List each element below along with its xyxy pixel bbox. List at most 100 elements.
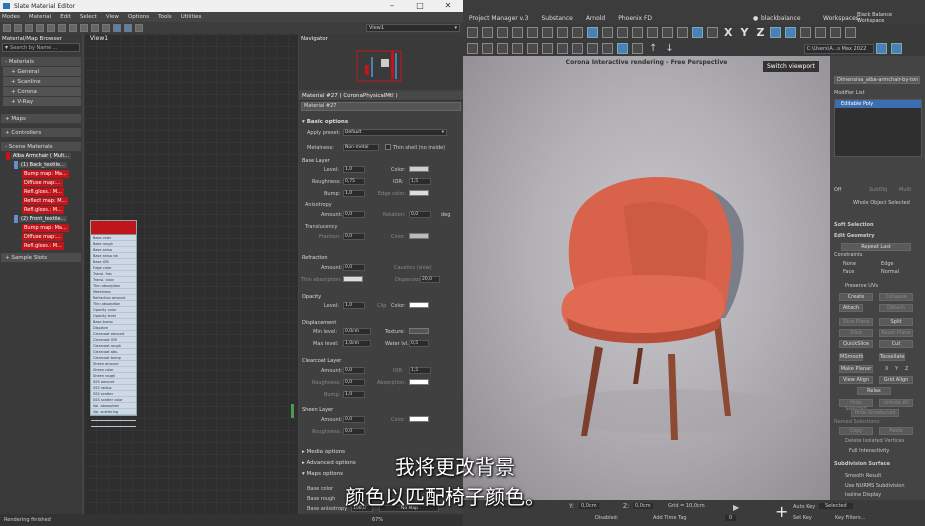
menu-phoenix[interactable]: Phoenix FD [618, 15, 652, 22]
perspective-viewport[interactable]: Corona Interactive rendering - Free Pers… [463, 56, 830, 500]
absorption-swatch[interactable] [409, 379, 429, 385]
toolbar-icon[interactable] [785, 27, 797, 38]
make-planar-button[interactable]: Make Planar [839, 365, 873, 373]
toolbar-icon[interactable] [875, 43, 887, 54]
controllers-category[interactable]: + Controllers [1, 128, 81, 137]
preserve-uvs-checkbox[interactable]: Preserve UVs [845, 283, 878, 289]
toolbar-icon[interactable] [497, 27, 508, 38]
copy-button[interactable]: Copy [839, 427, 873, 435]
hide-selected-button[interactable]: Hide Selected [839, 399, 873, 412]
menu-view[interactable]: View [106, 14, 119, 20]
toolbar-icon[interactable] [467, 43, 478, 54]
constraint-normal[interactable]: Normal [881, 269, 899, 275]
attach-button[interactable]: Attach [839, 304, 863, 312]
translucency-color-swatch[interactable] [409, 233, 429, 239]
level-spinner[interactable]: 1,0 [343, 166, 365, 173]
menu-arnold[interactable]: Arnold [586, 15, 605, 22]
toolbar-icon[interactable] [542, 27, 553, 38]
toolbar-icon[interactable] [617, 27, 628, 38]
fraction-spinner[interactable]: 0,0 [343, 233, 365, 240]
axis-z-button[interactable]: Z [756, 26, 764, 39]
materials-category[interactable]: - Materials [1, 57, 81, 66]
clearcoat-amount[interactable]: 0,0 [343, 367, 365, 374]
tree-front-textile[interactable]: (2) Front_textile... [0, 215, 82, 223]
tree-root[interactable]: Alba Armchair ( Mult... [0, 152, 82, 160]
menu-select[interactable]: Select [80, 14, 97, 20]
close-button[interactable]: ✕ [434, 0, 462, 12]
tree-map-item[interactable]: Reflect map: M... [0, 197, 82, 205]
cut-button[interactable]: Cut [879, 340, 913, 348]
hide-unselected-button[interactable]: Hide Unselected [851, 409, 899, 417]
tree-map-item[interactable]: Refl.gloss.: M... [0, 206, 82, 214]
opacity-level[interactable]: 1,0 [343, 302, 365, 309]
frame-field[interactable]: 0 [725, 515, 737, 521]
selected-dropdown[interactable]: Selected [819, 503, 853, 509]
toolbar-icon[interactable] [572, 43, 583, 54]
toolbar-icon[interactable] [482, 27, 493, 38]
modifier-stack[interactable]: Editable Poly [834, 99, 922, 157]
clearcoat-rough[interactable]: 0,0 [343, 379, 365, 386]
delete-isolated-checkbox[interactable]: Delete Isolated Vertices [845, 438, 904, 444]
toolbar-icon[interactable] [467, 27, 478, 38]
anisotropy-amount[interactable]: 0,0 [343, 211, 365, 218]
advanced-options-header[interactable]: ▸ Advanced options [302, 460, 356, 466]
coord-z-field[interactable]: 0,0cm [633, 503, 653, 509]
grid-align-button[interactable]: Grid Align [879, 376, 913, 384]
auto-key-button[interactable]: Auto Key [793, 504, 815, 510]
material-name-field[interactable]: Material #27 [301, 102, 461, 111]
reset-plane-button[interactable]: Reset Plane [879, 329, 913, 337]
assign-material-icon[interactable] [36, 24, 44, 32]
texture-slot[interactable] [409, 328, 429, 334]
toolbar-icon[interactable] [497, 43, 508, 54]
put-to-scene-icon[interactable] [25, 24, 33, 32]
sheen-color-swatch[interactable] [409, 416, 429, 422]
select-tool-icon[interactable] [3, 24, 11, 32]
sheen-rough[interactable]: 0,0 [343, 428, 365, 435]
browser-search[interactable]: ▾ Search by Name ... [2, 43, 80, 52]
move-children-icon[interactable] [58, 24, 66, 32]
quickslice-button[interactable]: QuickSlice [839, 340, 873, 348]
modifier-list-dropdown[interactable]: Modifier List [834, 90, 865, 96]
refraction-amount[interactable]: 0,0 [343, 264, 365, 271]
planar-z[interactable]: Z [905, 366, 908, 372]
toolbar-icon[interactable] [632, 27, 643, 38]
collapse-button[interactable]: Collapse [879, 293, 913, 301]
isoline-display-checkbox[interactable]: Isoline Display [845, 492, 881, 498]
toolbar-icon[interactable] [572, 27, 583, 38]
add-key-icon[interactable]: + [775, 502, 788, 521]
toolbar-icon[interactable] [512, 27, 523, 38]
modifier-editable-poly[interactable]: Editable Poly [835, 100, 921, 108]
edge-color-swatch[interactable] [409, 190, 429, 196]
add-time-tag[interactable]: Add Time Tag [653, 515, 687, 521]
min-level-spinner[interactable]: 0,0cm [343, 328, 371, 335]
toolbar-icon[interactable] [692, 27, 703, 38]
show-map-icon[interactable] [69, 24, 77, 32]
set-key-button[interactable]: Set Key [793, 515, 812, 521]
menu-utilities[interactable]: Utilities [181, 14, 202, 20]
thin-shell-checkbox[interactable] [385, 144, 391, 150]
scene-materials-category[interactable]: - Scene Materials [1, 142, 81, 151]
maximize-button[interactable]: □ [406, 0, 434, 12]
parameter-editor-icon[interactable] [124, 24, 132, 32]
toolbar-icon[interactable] [830, 27, 842, 38]
thin-absorption-swatch[interactable] [343, 276, 363, 282]
category-vray[interactable]: + V-Ray [3, 97, 81, 106]
msmooth-button[interactable]: MSmooth [839, 353, 864, 361]
selection-subobj[interactable]: SubObj [869, 187, 887, 193]
toolbar-icon[interactable] [890, 43, 902, 54]
slice-plane-button[interactable]: Slice Plane [839, 318, 873, 326]
opacity-color-swatch[interactable] [409, 302, 429, 308]
category-general[interactable]: + General [3, 67, 81, 76]
toolbar-icon[interactable] [677, 27, 688, 38]
metalness-dropdown[interactable]: Non-metal [343, 144, 379, 151]
constraint-face[interactable]: Face [843, 269, 854, 275]
apply-preset-dropdown[interactable]: Default ▾ [343, 129, 447, 136]
toolbar-icon[interactable] [527, 27, 538, 38]
layout-children-icon[interactable] [102, 24, 110, 32]
menu-options[interactable]: Options [128, 14, 149, 20]
toolbar-icon[interactable] [662, 27, 673, 38]
category-scanline[interactable]: + Scanline [3, 77, 81, 86]
menu-substance[interactable]: Substance [541, 15, 572, 22]
maps-options-header[interactable]: ▾ Maps options [302, 471, 343, 477]
navigator-icon[interactable] [135, 24, 143, 32]
